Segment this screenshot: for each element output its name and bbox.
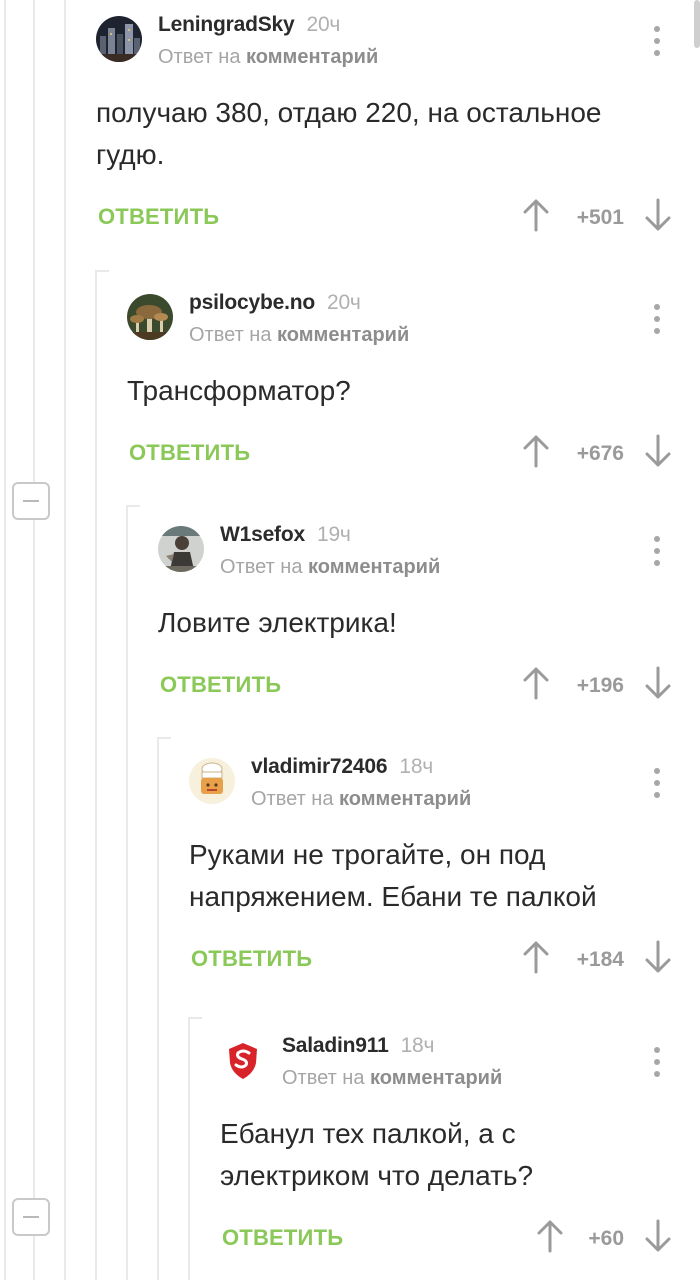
downvote-arrow-icon[interactable] [644, 940, 672, 974]
user-avatar[interactable] [220, 1037, 266, 1083]
more-options-icon[interactable] [652, 536, 662, 566]
comment-actions: ОТВЕТИТЬ +196 [158, 656, 700, 716]
thread-branch [188, 1017, 202, 1019]
upvote-arrow-icon[interactable] [522, 434, 550, 468]
username[interactable]: Saladin911 18ч [282, 1034, 434, 1058]
upvote-arrow-icon[interactable] [522, 666, 550, 700]
thread-line [157, 737, 159, 1280]
thread-line [33, 0, 35, 1280]
username[interactable]: psilocybe.no 20ч [189, 291, 361, 315]
comment: vladimir72406 18ч Ответ на комментарий Ру… [189, 742, 700, 990]
rating-score: +501 [576, 206, 624, 229]
minus-icon [23, 500, 39, 502]
thread-line [64, 0, 66, 1280]
comment: W1sefox 19ч Ответ на комментарий Ловите э… [158, 510, 700, 716]
reply-target-link[interactable]: комментарий [370, 1067, 502, 1089]
user-avatar[interactable] [158, 526, 204, 572]
downvote-arrow-icon[interactable] [644, 434, 672, 468]
thread-line [4, 0, 6, 1280]
reply-target-link[interactable]: комментарий [277, 324, 409, 346]
reply-button[interactable]: ОТВЕТИТЬ [222, 1225, 343, 1251]
comment-text: Руками не трогайте, он под напряжением. … [189, 839, 597, 912]
upvote-arrow-icon[interactable] [522, 198, 550, 232]
comment-time: 19ч [316, 523, 351, 546]
comment-thread: LeningradSky 20ч Ответ на комментарий пол… [0, 0, 700, 1280]
user-avatar[interactable] [96, 16, 142, 62]
thread-branch [95, 270, 109, 272]
minus-icon [23, 1216, 39, 1218]
comment-actions: ОТВЕТИТЬ +501 [96, 188, 700, 248]
downvote-arrow-icon[interactable] [644, 198, 672, 232]
rating-score: +60 [588, 1227, 624, 1250]
collapse-thread-button[interactable] [12, 482, 50, 520]
rating-score: +676 [576, 442, 624, 465]
comment-actions: ОТВЕТИТЬ +60 [220, 1209, 700, 1269]
thread-line [188, 1017, 190, 1280]
comment-header: Saladin911 18ч Ответ на комментарий [220, 1021, 700, 1091]
reply-context: Ответ на комментарий [282, 1067, 503, 1089]
comment-time: 20ч [326, 291, 361, 314]
comment: LeningradSky 20ч Ответ на комментарий пол… [96, 0, 700, 248]
comment: Saladin911 18ч Ответ на комментарий Ебану… [220, 1021, 700, 1269]
more-options-icon[interactable] [652, 768, 662, 798]
reply-target-link[interactable]: комментарий [308, 556, 440, 578]
comment: psilocybe.no 20ч Ответ на комментарий Тра… [127, 278, 700, 484]
reply-button[interactable]: ОТВЕТИТЬ [191, 946, 312, 972]
username[interactable]: LeningradSky 20ч [158, 13, 340, 37]
comment-actions: ОТВЕТИТЬ +184 [189, 930, 700, 990]
rating-score: +184 [576, 948, 624, 971]
thread-line [126, 505, 128, 1280]
comment-actions: ОТВЕТИТЬ +676 [127, 424, 700, 484]
reply-button[interactable]: ОТВЕТИТЬ [98, 204, 219, 230]
user-avatar[interactable] [127, 294, 173, 340]
comment-time: 18ч [400, 1034, 435, 1057]
reply-target-link[interactable]: комментарий [339, 788, 471, 810]
username[interactable]: W1sefox 19ч [220, 523, 351, 547]
comment-text: Ебанул тех палкой, а с электриком что де… [220, 1118, 534, 1191]
reply-target-link[interactable]: комментарий [246, 46, 378, 68]
downvote-arrow-icon[interactable] [644, 666, 672, 700]
comment-time: 20ч [306, 13, 341, 36]
username[interactable]: vladimir72406 18ч [251, 755, 433, 779]
thread-branch [157, 737, 171, 739]
reply-context: Ответ на комментарий [158, 46, 379, 68]
rating-score: +196 [576, 674, 624, 697]
more-options-icon[interactable] [652, 26, 662, 56]
downvote-arrow-icon[interactable] [644, 1219, 672, 1253]
comment-header: LeningradSky 20ч Ответ на комментарий [96, 0, 700, 70]
comment-text: Трансформатор? [127, 375, 351, 406]
thread-branch [126, 505, 140, 507]
comment-time: 18ч [399, 755, 434, 778]
comment-header: W1sefox 19ч Ответ на комментарий [158, 510, 700, 580]
reply-context: Ответ на комментарий [251, 788, 472, 810]
upvote-arrow-icon[interactable] [522, 940, 550, 974]
comment-header: psilocybe.no 20ч Ответ на комментарий [127, 278, 700, 348]
reply-button[interactable]: ОТВЕТИТЬ [129, 440, 250, 466]
comment-header: vladimir72406 18ч Ответ на комментарий [189, 742, 700, 812]
reply-button[interactable]: ОТВЕТИТЬ [160, 672, 281, 698]
reply-context: Ответ на комментарий [189, 324, 410, 346]
comment-text: Ловите электрика! [158, 607, 397, 638]
more-options-icon[interactable] [652, 1047, 662, 1077]
thread-line [95, 270, 97, 1280]
comment-text: получаю 380, отдаю 220, на остальное гуд… [96, 97, 602, 170]
collapse-thread-button[interactable] [12, 1198, 50, 1236]
more-options-icon[interactable] [652, 304, 662, 334]
reply-context: Ответ на комментарий [220, 556, 441, 578]
user-avatar[interactable] [189, 758, 235, 804]
